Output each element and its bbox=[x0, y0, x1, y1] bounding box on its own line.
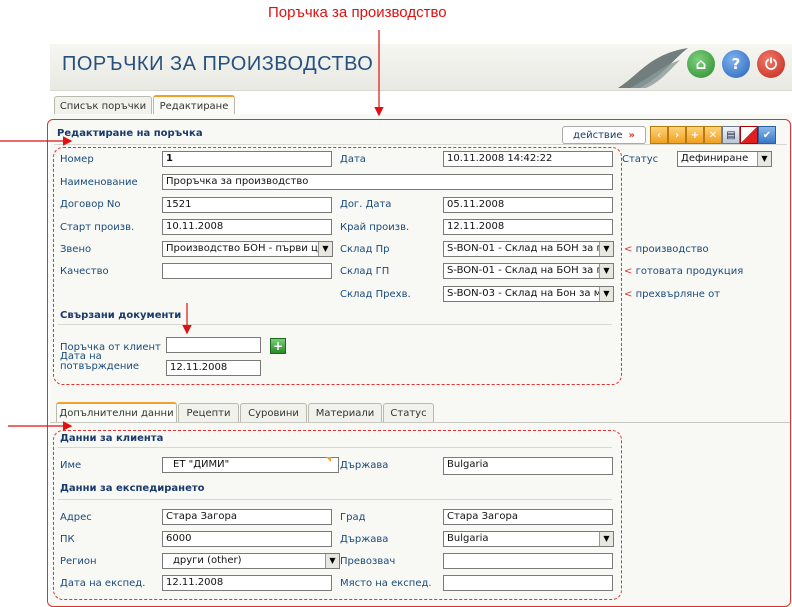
annotation-arrows bbox=[0, 30, 384, 431]
